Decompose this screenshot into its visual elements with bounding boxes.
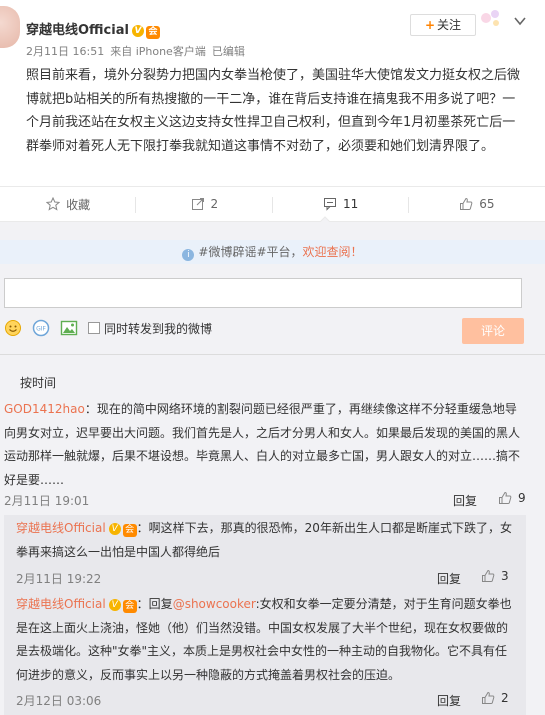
gif-icon[interactable]: GIF — [32, 319, 50, 337]
author-name[interactable]: 穿越电线Official — [26, 23, 129, 38]
decoration-icon — [481, 10, 499, 26]
emoji-icon[interactable] — [4, 319, 22, 337]
post-author[interactable]: 穿越电线Official V 会 — [26, 19, 160, 39]
thumbs-up-icon — [460, 197, 473, 210]
comments-panel: i #微博辟谣#平台，欢迎查阅！ GIF 同时转发到我的微博 评论 按时间 GOD… — [0, 222, 545, 715]
repost-icon — [191, 198, 204, 210]
image-icon[interactable] — [60, 319, 78, 337]
vip-icon: 会 — [145, 26, 160, 39]
sync-repost-checkbox[interactable]: 同时转发到我的微博 — [88, 320, 212, 337]
like-button[interactable]: 65 — [409, 187, 545, 221]
rumor-notice: i #微博辟谣#平台，欢迎查阅！ — [0, 240, 545, 264]
notice-link[interactable]: 欢迎查阅！ — [303, 245, 363, 259]
verified-badge-icon: V — [131, 25, 144, 37]
comment-time: 2月11日 19:22 — [16, 572, 102, 586]
follow-button[interactable]: + 关注 — [410, 14, 476, 36]
reply-button[interactable]: 回复 — [453, 492, 477, 509]
post-content: 照目前来看，境外分裂势力把国内女拳当枪使了，美国驻华大使馆发文力挺女权之后微博就… — [26, 68, 521, 154]
comment-item: GOD1412hao：现在的简中网络环境的割裂问题已经很严重了，再继续像这样不分… — [4, 398, 528, 492]
verified-badge-icon: V — [108, 599, 121, 611]
comment-time: 2月12日 03:06 — [16, 694, 102, 708]
avatar[interactable] — [0, 6, 20, 48]
info-icon: i — [182, 249, 195, 261]
chevron-down-icon[interactable] — [513, 14, 527, 28]
sub-comments: 穿越电线Official V 会：啊这样下去，那真的很恐怖，20年新出生人口都是断崖… — [4, 515, 526, 715]
comment-icon — [323, 198, 336, 211]
comment-like-button[interactable]: 2 — [481, 691, 509, 705]
favorite-button[interactable]: 收藏 — [0, 187, 137, 221]
post-source: 来自 iPhone客户端 — [110, 45, 206, 58]
post-action-bar: 收藏 2 11 65 — [0, 186, 545, 222]
reply-button[interactable]: 回复 — [437, 692, 461, 709]
sub-comment-item: 穿越电线Official V 会：啊这样下去，那真的很恐怖，20年新出生人口都是断崖… — [16, 517, 514, 564]
thumbs-up-icon — [482, 691, 495, 704]
comment-toolbar: GIF 同时转发到我的微博 — [4, 318, 212, 338]
thumbs-up-icon — [482, 569, 495, 582]
comment-button[interactable]: 11 — [273, 187, 410, 221]
divider — [0, 354, 545, 355]
post-date[interactable]: 2月11日 16:51 — [26, 45, 104, 58]
thumbs-up-icon — [499, 491, 512, 504]
star-icon — [46, 197, 61, 211]
comment-time: 2月11日 19:01 — [4, 494, 90, 508]
comment-user[interactable]: 穿越电线Official — [16, 521, 106, 535]
verified-badge-icon: V — [108, 523, 121, 535]
post-edited-label: 已编辑 — [211, 45, 245, 58]
post-meta: 2月11日 16:51 来自 iPhone客户端 已编辑 — [26, 43, 251, 59]
mention-link[interactable]: @showcooker — [173, 597, 256, 611]
plus-icon: + — [424, 18, 436, 32]
comment-like-button[interactable]: 3 — [481, 569, 509, 583]
repost-button[interactable]: 2 — [136, 187, 273, 221]
checkbox[interactable] — [88, 322, 100, 334]
comment-like-button[interactable]: 9 — [498, 491, 526, 505]
sort-by-time[interactable]: 按时间 — [20, 374, 56, 391]
vip-icon: 会 — [122, 600, 137, 613]
comment-user[interactable]: GOD1412hao — [4, 402, 85, 416]
comment-input[interactable] — [4, 278, 522, 308]
vip-icon: 会 — [122, 524, 137, 537]
svg-text:GIF: GIF — [36, 326, 46, 333]
submit-comment-button[interactable]: 评论 — [462, 318, 524, 344]
reply-button[interactable]: 回复 — [437, 570, 461, 587]
weibo-post: 穿越电线Official V 会 2月11日 16:51 来自 iPhone客户端 已编… — [0, 0, 545, 182]
comment-user[interactable]: 穿越电线Official — [16, 597, 106, 611]
sub-comment-item: 穿越电线Official V 会：回复@showcooker:女权和女拳一定要分清楚… — [16, 597, 512, 682]
